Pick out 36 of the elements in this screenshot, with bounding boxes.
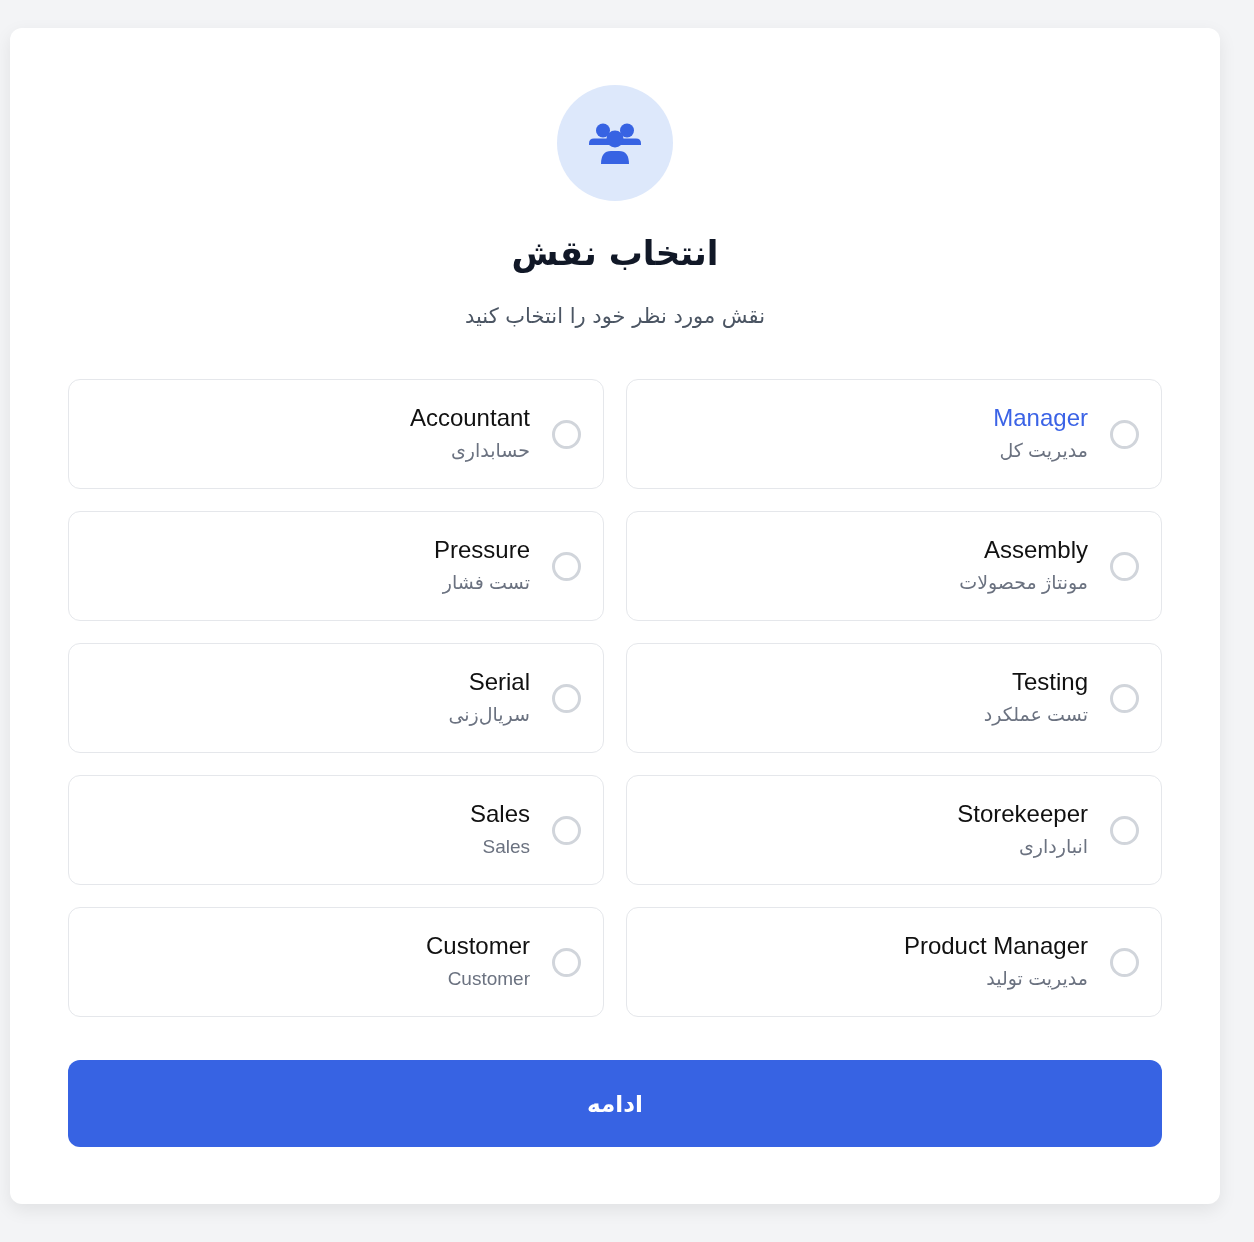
role-name: Manager xyxy=(993,404,1088,432)
role-name: Storekeeper xyxy=(957,800,1088,828)
role-name: Assembly xyxy=(983,536,1088,564)
continue-button[interactable]: ادامه xyxy=(68,1060,1162,1147)
role-option[interactable]: Customer Customer xyxy=(68,907,604,1017)
radio-button[interactable] xyxy=(1110,947,1139,977)
role-description: مدیریت تولید xyxy=(986,967,1088,992)
users-icon xyxy=(557,85,673,201)
role-description: تست فشار xyxy=(442,571,530,596)
role-description: انبارداری xyxy=(1018,835,1088,860)
radio-button[interactable] xyxy=(552,551,581,581)
radio-button[interactable] xyxy=(1110,815,1139,845)
role-name: Serial xyxy=(468,668,530,696)
role-description: مونتاژ محصولات xyxy=(959,571,1088,596)
role-name: Accountant xyxy=(409,404,530,432)
radio-button[interactable] xyxy=(552,419,581,449)
radio-button[interactable] xyxy=(552,815,581,845)
role-name: Pressure xyxy=(433,536,530,564)
role-name: Testing xyxy=(1011,668,1088,696)
role-name: Sales xyxy=(469,800,530,828)
role-description: حسابداری xyxy=(450,439,530,464)
page-subtitle: نقش مورد نظر خود را انتخاب کنید xyxy=(464,303,766,330)
page-title: انتخاب نقش xyxy=(511,232,719,275)
role-name: Customer xyxy=(425,932,530,960)
role-description: تست عملکرد xyxy=(983,703,1088,728)
role-option[interactable]: Sales Sales xyxy=(68,775,604,885)
radio-button[interactable] xyxy=(552,683,581,713)
radio-button[interactable] xyxy=(552,947,581,977)
radio-button[interactable] xyxy=(1110,419,1139,449)
role-name: Product Manager xyxy=(903,932,1088,960)
role-description: سریال‌زنی xyxy=(448,703,530,728)
radio-button[interactable] xyxy=(1110,683,1139,713)
role-description: Sales xyxy=(482,835,530,859)
radio-button[interactable] xyxy=(1110,551,1139,581)
role-description: Customer xyxy=(447,967,530,991)
role-description: مدیریت کل xyxy=(999,439,1088,464)
